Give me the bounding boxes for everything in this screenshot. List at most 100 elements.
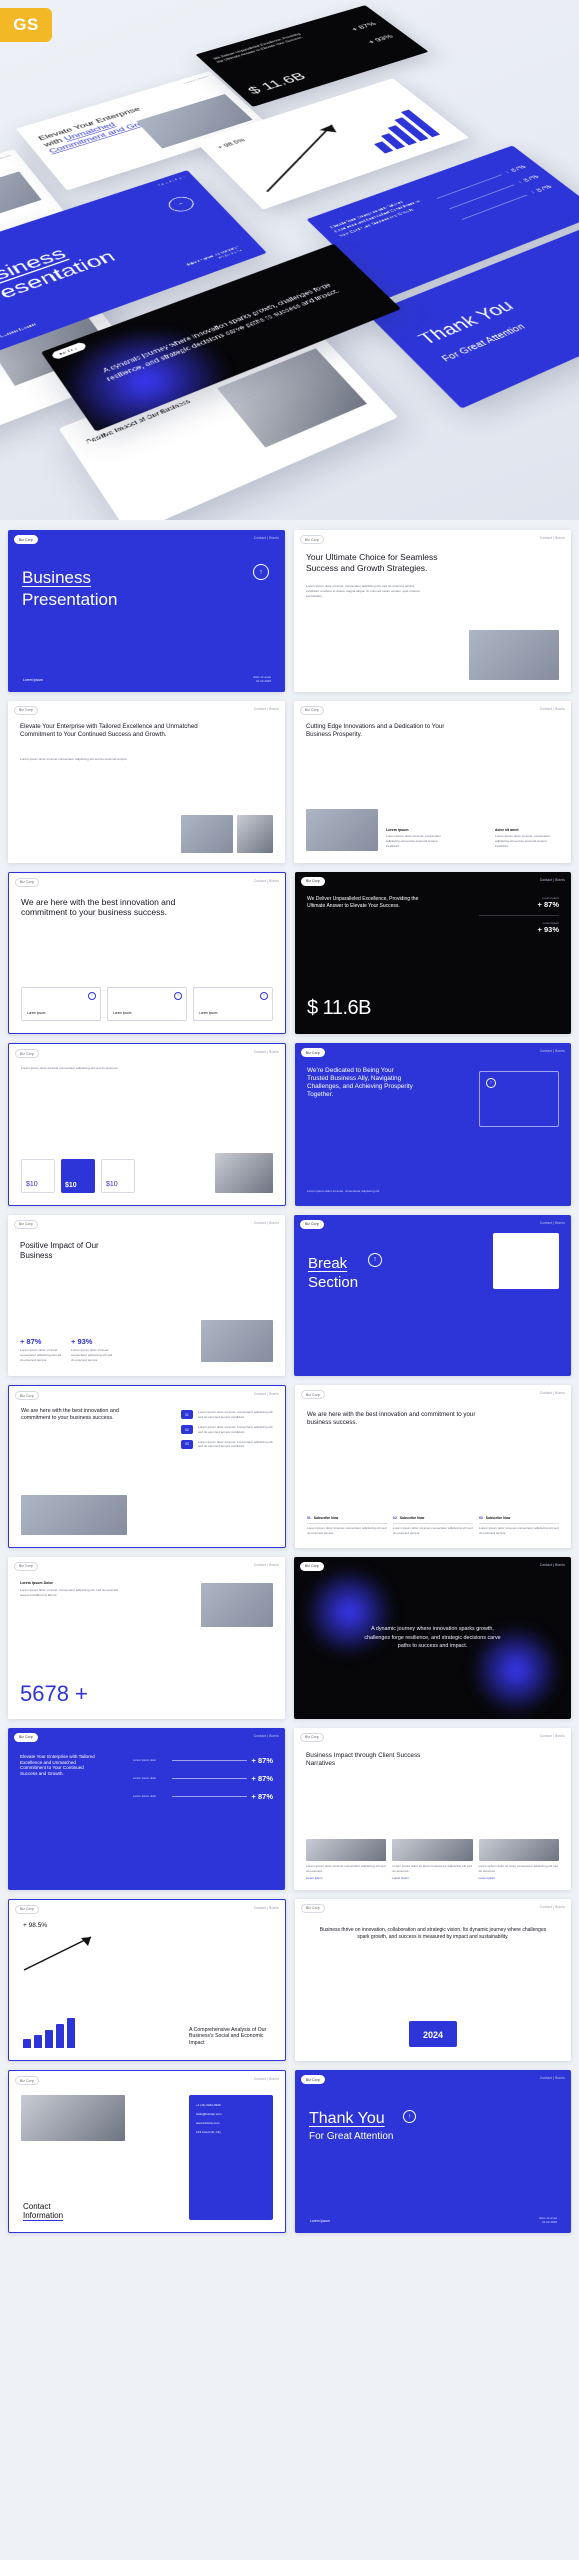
slide-testimonial-3: Lorem ipsum dolor sit amet consectetur a… — [478, 1839, 559, 1880]
slide-heading: We are here with the best innovation and… — [21, 896, 176, 918]
slide-corner-label: Contact | Biznis — [253, 1733, 279, 1738]
slide-contact-panel: +1 (11) 2222-3333 hello@bizcorp.com www.… — [189, 2095, 273, 2220]
slide-card-1: ↑ Lorem ipsum — [21, 987, 101, 1022]
slide-tag: Biz Corp — [300, 1561, 324, 1571]
slide-photo — [215, 1152, 273, 1193]
slide-corner-label: Contact | Biznis — [539, 2076, 565, 2081]
slide-heading: Business Impact through Client Success N… — [306, 1751, 421, 1767]
slide-corner-label: Contact | Biznis — [253, 1220, 279, 1225]
slide-corner-label: Contact | Biznis — [539, 706, 565, 711]
slide-price-3: $10 — [106, 1180, 118, 1188]
slide-corner-label: Contact | Biznis — [253, 536, 279, 540]
hero-bar-pct-2: + 87% — [515, 173, 540, 186]
slide-corner-label: Contact | Biznis — [156, 175, 186, 187]
slide-corner-label: Contact | Biznis — [539, 1391, 565, 1396]
arrow-up-right-icon: ↑ — [164, 194, 198, 215]
slide-thumb-11-image-steps[interactable]: Biz Corp Contact | Biznis We are here wi… — [8, 1385, 286, 1548]
slide-thumb-20-thank-you[interactable]: Biz Corp Contact | Biznis Thank You For … — [295, 2070, 571, 2233]
slide-thumb-12-three-numbered[interactable]: Biz Corp Contact | Biznis We are here wi… — [295, 1385, 571, 1548]
slide-subtitle: Lorem Ipsum — [310, 2218, 330, 2223]
slide-title-line2: Presentation — [22, 590, 118, 609]
slide-card-2: ↑ Lorem ipsum — [107, 987, 187, 1022]
slide-tag: Biz Corp — [15, 2076, 39, 2086]
slide-grid-row: Biz Corp Contact | Biznis + 98.5% A Comp… — [8, 1898, 571, 2062]
slide-grid-row: Biz Corp Contact | Biznis Contact Inform… — [8, 2070, 571, 2233]
slide-grid-row: Biz Corp Contact | Biznis Elevate Your E… — [8, 700, 571, 863]
slide-col1-title: Lorem ipsum — [386, 828, 409, 833]
slide-thumb-10-break-section[interactable]: Biz Corp Contact | Biznis Break Section … — [294, 1214, 571, 1377]
hero-bar-pct-3: + 87% — [527, 183, 553, 196]
slide-thumb-19-contact[interactable]: Biz Corp Contact | Biznis Contact Inform… — [8, 2070, 286, 2233]
slide-corner-label: Contact | Biznis — [253, 1562, 279, 1567]
slide-thumb-4-cutting-edge[interactable]: Biz Corp Contact | Biznis Cutting Edge I… — [294, 700, 571, 863]
slide-stat-a: + 87% — [348, 20, 378, 33]
slide-heading: Your Ultimate Choice for Seamless Succes… — [306, 552, 438, 573]
slide-tag: Biz Corp — [301, 1048, 325, 1058]
slide-title-line1: Thank You — [309, 2110, 385, 2128]
slide-card-3: ↑ Lorem ipsum — [193, 987, 273, 1022]
slide-stat-b: + 93% — [365, 33, 395, 45]
slide-thumb-14-black-quote[interactable]: Biz Corp Contact | Biznis A dynamic jour… — [294, 1556, 571, 1719]
slide-tag: Biz Corp — [15, 1391, 39, 1401]
slide-bar-row-2: Lorem ipsum dolor + 87% — [133, 1773, 273, 1783]
slide-heading: Cutting Edge Innovations and a Dedicatio… — [306, 722, 445, 738]
slide-thumb-17-chart-growth[interactable]: Biz Corp Contact | Biznis + 98.5% A Comp… — [8, 1898, 286, 2062]
slide-heading: Elevate Your Enterprise with Tailored Ex… — [20, 1753, 95, 1776]
slide-body: Lorem ipsum dolor sit amet, consectetur … — [306, 584, 420, 598]
slide-heading: We are here with the best innovation and… — [307, 1411, 476, 1427]
slide-thumb-16-testimonials[interactable]: Biz Corp Contact | Biznis Business Impac… — [294, 1727, 571, 1890]
slide-stat1-value: + 87% — [537, 899, 559, 909]
bar-chart — [23, 2018, 75, 2049]
growth-arrow-icon — [23, 1936, 92, 1971]
slide-thumb-7-price-cards[interactable]: Biz Corp Contact | Biznis Lorem ipsum do… — [8, 1043, 286, 1206]
slide-thumb-2-seamless[interactable]: Biz Corp Contact | Biznis Your Ultimate … — [294, 530, 571, 692]
slide-corner-label: Contact | Biznis — [539, 877, 565, 882]
slide-corner-label: Contact | Biznis — [539, 1904, 565, 1909]
slide-heading: We're Dedicated to Being Your Trusted Bu… — [307, 1067, 413, 1099]
chart-growth-pct: + 98.5% — [23, 1921, 48, 1929]
slide-tag: Biz Corp — [14, 1732, 38, 1742]
hero-bar-pct-1: + 87% — [502, 163, 527, 176]
slide-grid-row: Biz Corp Contact | Biznis Elevate Your E… — [8, 1727, 571, 1890]
slide-thumb-13-big-number[interactable]: Biz Corp Contact | Biznis Lorem Ipsum Do… — [8, 1556, 285, 1719]
slide-stat-1: + 87% Lorem ipsum dolor sit amet consect… — [20, 1337, 62, 1362]
slide-title-line1: Break — [308, 1254, 348, 1272]
slide-thumb-9-positive-impact[interactable]: Biz Corp Contact | Biznis Positive Impac… — [8, 1214, 285, 1377]
slide-tag: Biz Corp — [300, 535, 324, 544]
slide-photo — [493, 1232, 559, 1289]
slide-corner-label: Contact | Biznis — [539, 1733, 565, 1738]
slide-testimonial-2: Lorem ipsum dolor sit amet consectetur a… — [392, 1839, 473, 1880]
slide-tag: Biz Corp — [15, 1049, 39, 1059]
slide-grid-row: Biz Corp Contact | Biznis Lorem ipsum do… — [8, 1043, 571, 1206]
slide-thumb-15-blue-bars[interactable]: Biz Corp Contact | Biznis Elevate Your E… — [8, 1727, 285, 1890]
slide-thumb-1-title[interactable]: Biz Corp Contact | Biznis Business Prese… — [8, 530, 285, 692]
slide-corner-label: Contact | Biznis — [539, 536, 565, 540]
slide-price-2: $10 — [65, 1181, 77, 1189]
slide-title-line2: Information — [23, 2210, 64, 2220]
slide-stat2-value: + 93% — [537, 925, 559, 935]
slide-photo — [181, 814, 233, 853]
slide-heading: Elevate Your Enterprise with Tailored Ex… — [20, 722, 198, 738]
slide-body: Lorem ipsum dolor sit amet consectetur a… — [20, 756, 128, 761]
slide-thumb-8-dedicated[interactable]: Biz Corp Contact | Biznis We're Dedicate… — [295, 1043, 571, 1206]
slide-thumb-6-black-stats[interactable]: Biz Corp Contact | Biznis We Deliver Unp… — [295, 871, 571, 1035]
slide-tag: Biz Corp — [15, 877, 39, 887]
slide-tag: Biz Corp — [14, 535, 38, 544]
slide-item-3: 03 Subscribe Now Lorem ipsum dolor sit a… — [479, 1515, 559, 1536]
slide-grid-row: Biz Corp Contact | Biznis Positive Impac… — [8, 1214, 571, 1377]
slide-corner-label: Contact | Biznis — [253, 1050, 279, 1055]
slide-thumb-5-three-cards[interactable]: Biz Corp Contact | Biznis We are here wi… — [8, 871, 286, 1035]
slide-meta-2: 01.02.2025 — [255, 678, 271, 683]
slide-step-3: 03 Lorem ipsum dolor sit amet, consectet… — [181, 1439, 273, 1450]
slide-step-2: 02 Lorem ipsum dolor sit amet, consectet… — [181, 1425, 273, 1435]
slide-meta-2: 01.02.2025 — [541, 2219, 557, 2224]
slide-corner-label: Contact | Biznis — [253, 706, 279, 711]
slide-grid: Biz Corp Contact | Biznis Business Prese… — [0, 520, 579, 2249]
slide-title-line2: Section — [308, 1273, 359, 1291]
slide-thumb-3-elevate[interactable]: Biz Corp Contact | Biznis Elevate Your E… — [8, 700, 285, 863]
slide-thumb-18-year-thrive[interactable]: Biz Corp Contact | Biznis Business thriv… — [295, 1898, 571, 2062]
hero-3d-stage: Contact | Biznis Choice for Seamless Suc… — [0, 0, 579, 520]
arrow-up-right-icon: ↑ — [253, 564, 269, 580]
slide-photo — [21, 2095, 125, 2142]
hero-meta-1: dolor sit amet, consectetur — [184, 245, 240, 268]
